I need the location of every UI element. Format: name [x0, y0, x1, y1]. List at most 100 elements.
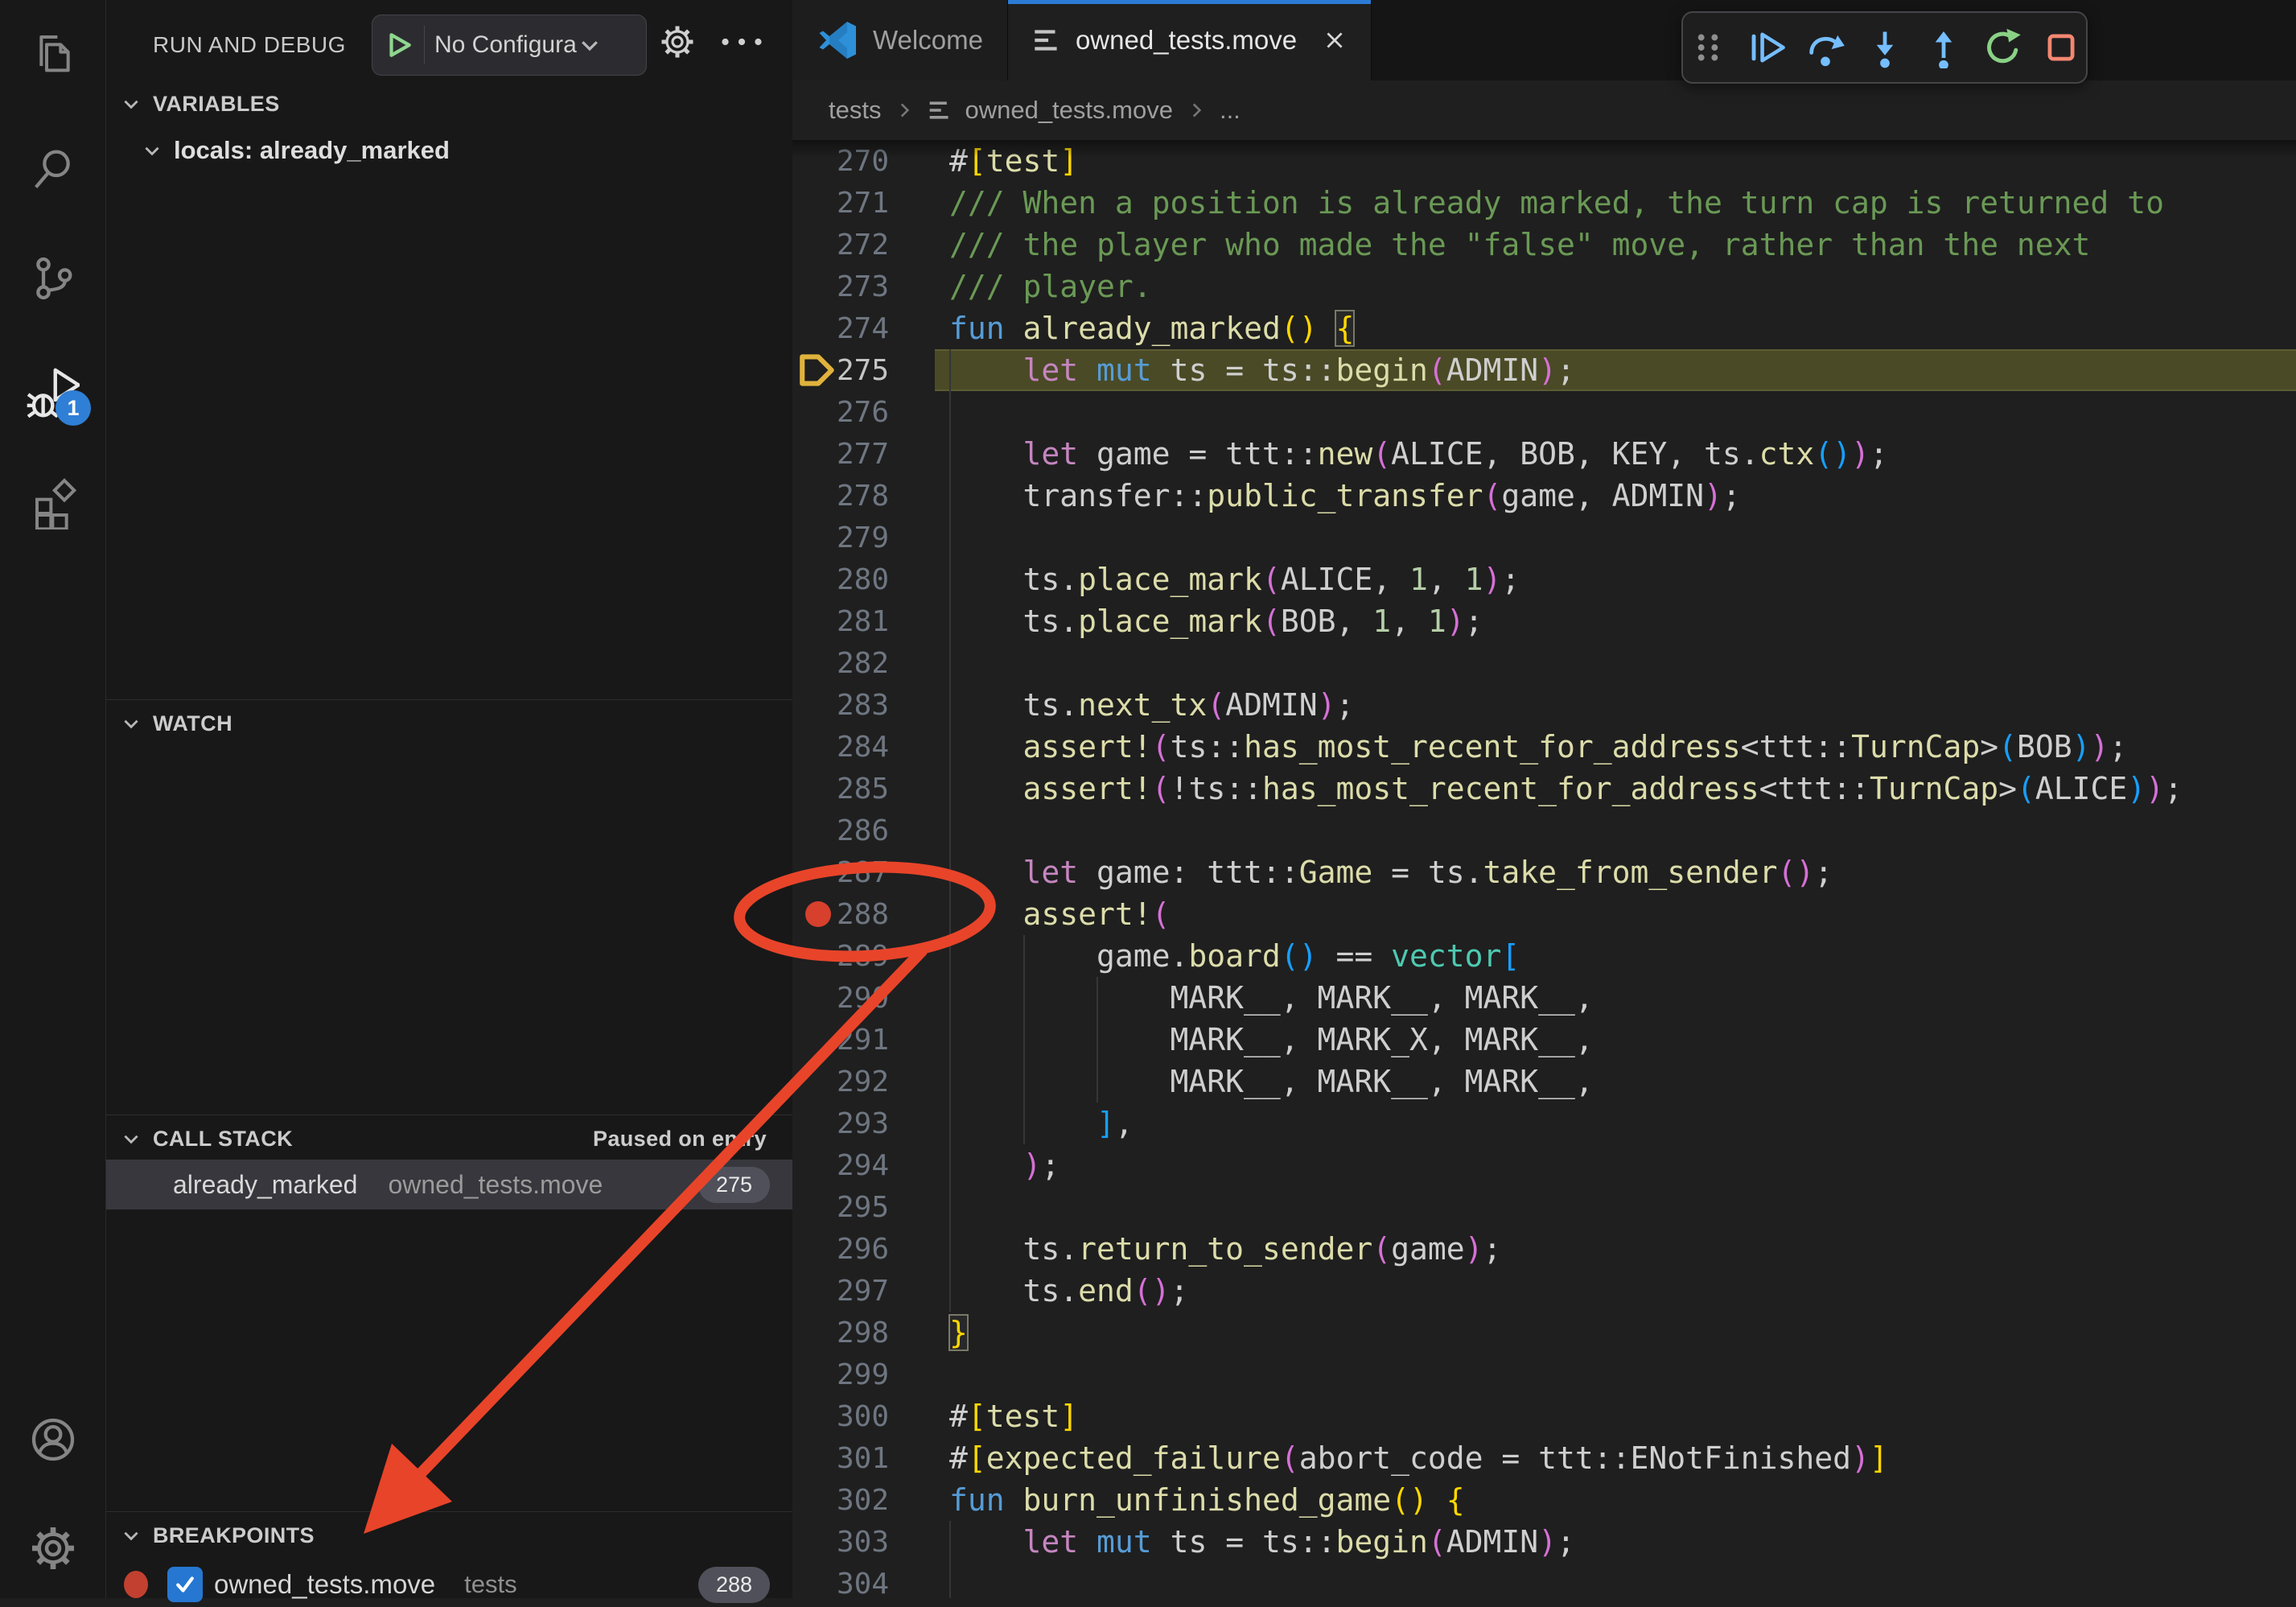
gutter-line-286[interactable]: 286	[792, 810, 935, 851]
activity-source-control[interactable]	[0, 234, 105, 323]
code-line-282[interactable]: 282	[792, 642, 2296, 684]
watch-section-header[interactable]: WATCH	[106, 700, 792, 747]
gutter-line-273[interactable]: 273	[792, 266, 935, 307]
gutter-line-279[interactable]: 279	[792, 517, 935, 558]
gutter-line-276[interactable]: 276	[792, 391, 935, 433]
gutter-line-282[interactable]: 282	[792, 642, 935, 684]
tab-welcome[interactable]: Welcome	[792, 0, 1008, 80]
activity-accounts[interactable]	[0, 1395, 105, 1484]
code-line-302[interactable]: 302fun burn_unfinished_game() {	[792, 1479, 2296, 1521]
code-line-281[interactable]: 281 ts.place_mark(BOB, 1, 1);	[792, 600, 2296, 642]
code-line-289[interactable]: 289 game.board() == vector[	[792, 935, 2296, 977]
debug-settings-gear-icon[interactable]	[658, 23, 697, 61]
tab-owned-tests-move[interactable]: owned_tests.move	[1008, 0, 1372, 80]
breakpoint-icon[interactable]	[805, 901, 831, 927]
gutter-line-292[interactable]: 292	[792, 1061, 935, 1102]
step-out-button[interactable]	[1919, 23, 1968, 72]
restart-button[interactable]	[1977, 23, 2026, 72]
code-line-270[interactable]: 270#[test]	[792, 140, 2296, 182]
gutter-line-275[interactable]: 275	[792, 349, 935, 391]
code-line-287[interactable]: 287 let game: ttt::Game = ts.take_from_s…	[792, 851, 2296, 893]
gutter-line-278[interactable]: 278	[792, 475, 935, 517]
code-line-285[interactable]: 285 assert!(!ts::has_most_recent_for_add…	[792, 768, 2296, 810]
code-line-300[interactable]: 300#[test]	[792, 1395, 2296, 1437]
gutter-line-281[interactable]: 281	[792, 600, 935, 642]
breadcrumb[interactable]: tests owned_tests.move ...	[792, 80, 2296, 140]
gutter-line-293[interactable]: 293	[792, 1102, 935, 1144]
gutter-line-291[interactable]: 291	[792, 1019, 935, 1061]
more-actions-icon[interactable]	[719, 35, 764, 48]
continue-button[interactable]	[1742, 23, 1791, 72]
gutter-line-271[interactable]: 271	[792, 182, 935, 224]
gutter-line-288[interactable]: 288	[792, 893, 935, 935]
code-line-272[interactable]: 272/// the player who made the "false" m…	[792, 224, 2296, 266]
code-line-278[interactable]: 278 transfer::public_transfer(game, ADMI…	[792, 475, 2296, 517]
step-into-button[interactable]	[1860, 23, 1909, 72]
gutter-line-300[interactable]: 300	[792, 1395, 935, 1437]
code-line-297[interactable]: 297 ts.end();	[792, 1270, 2296, 1312]
step-over-button[interactable]	[1801, 23, 1850, 72]
activity-search[interactable]	[0, 125, 105, 213]
code-line-293[interactable]: 293 ],	[792, 1102, 2296, 1144]
gutter-line-289[interactable]: 289	[792, 935, 935, 977]
variables-scope-row[interactable]: locals: already_marked	[106, 127, 792, 174]
gutter-line-299[interactable]: 299	[792, 1354, 935, 1395]
call-stack-frame[interactable]: already_marked owned_tests.move 275	[106, 1160, 792, 1209]
breadcrumb-file[interactable]: owned_tests.move	[965, 96, 1172, 125]
code-line-288[interactable]: 288 assert!(	[792, 893, 2296, 935]
code-line-304[interactable]: 304	[792, 1563, 2296, 1598]
code-line-291[interactable]: 291 MARK__, MARK_X, MARK__,	[792, 1019, 2296, 1061]
activity-extensions[interactable]	[0, 459, 105, 548]
code-line-277[interactable]: 277 let game = ttt::new(ALICE, BOB, KEY,…	[792, 433, 2296, 475]
gutter-line-298[interactable]: 298	[792, 1312, 935, 1354]
activity-settings[interactable]	[0, 1504, 105, 1593]
gutter-line-295[interactable]: 295	[792, 1186, 935, 1228]
code-line-299[interactable]: 299	[792, 1354, 2296, 1395]
debug-config-dropdown[interactable]: No Configura	[372, 14, 647, 76]
gutter-line-277[interactable]: 277	[792, 433, 935, 475]
code-line-284[interactable]: 284 assert!(ts::has_most_recent_for_addr…	[792, 726, 2296, 768]
code-line-275[interactable]: 275 let mut ts = ts::begin(ADMIN);	[792, 349, 2296, 391]
breakpoint-list-item[interactable]: owned_tests.move tests 288	[106, 1562, 792, 1607]
call-stack-section-header[interactable]: CALL STACK Paused on entry	[106, 1115, 792, 1162]
stop-button[interactable]	[2037, 23, 2086, 72]
gutter-line-294[interactable]: 294	[792, 1144, 935, 1186]
gutter-line-304[interactable]: 304	[792, 1563, 935, 1598]
breakpoints-section-header[interactable]: BREAKPOINTS	[106, 1512, 792, 1559]
gutter-line-303[interactable]: 303	[792, 1521, 935, 1563]
code-line-273[interactable]: 273/// player.	[792, 266, 2296, 307]
code-line-290[interactable]: 290 MARK__, MARK__, MARK__,	[792, 977, 2296, 1019]
gutter-line-272[interactable]: 272	[792, 224, 935, 266]
gutter-line-280[interactable]: 280	[792, 558, 935, 600]
code-line-280[interactable]: 280 ts.place_mark(ALICE, 1, 1);	[792, 558, 2296, 600]
code-line-303[interactable]: 303 let mut ts = ts::begin(ADMIN);	[792, 1521, 2296, 1563]
code-line-286[interactable]: 286	[792, 810, 2296, 851]
start-debug-icon[interactable]	[384, 30, 414, 60]
code-line-276[interactable]: 276	[792, 391, 2296, 433]
code-line-283[interactable]: 283 ts.next_tx(ADMIN);	[792, 684, 2296, 726]
breadcrumb-folder[interactable]: tests	[829, 96, 881, 125]
variables-section-header[interactable]: VARIABLES	[106, 80, 792, 127]
code-line-295[interactable]: 295	[792, 1186, 2296, 1228]
code-line-271[interactable]: 271/// When a position is already marked…	[792, 182, 2296, 224]
gutter-line-297[interactable]: 297	[792, 1270, 935, 1312]
code-line-294[interactable]: 294 );	[792, 1144, 2296, 1186]
gutter-line-290[interactable]: 290	[792, 977, 935, 1019]
breadcrumb-symbol[interactable]: ...	[1220, 96, 1241, 125]
code-line-301[interactable]: 301#[expected_failure(abort_code = ttt::…	[792, 1437, 2296, 1479]
breakpoint-enabled-checkbox[interactable]	[167, 1567, 203, 1602]
code-line-296[interactable]: 296 ts.return_to_sender(game);	[792, 1228, 2296, 1270]
gutter-line-284[interactable]: 284	[792, 726, 935, 768]
gutter-line-283[interactable]: 283	[792, 684, 935, 726]
gutter-line-302[interactable]: 302	[792, 1479, 935, 1521]
gutter-line-285[interactable]: 285	[792, 768, 935, 810]
code-line-298[interactable]: 298}	[792, 1312, 2296, 1354]
toolbar-drag-handle-icon[interactable]	[1683, 23, 1732, 72]
gutter-line-287[interactable]: 287	[792, 851, 935, 893]
activity-run-and-debug[interactable]: 1	[0, 347, 105, 435]
gutter-line-301[interactable]: 301	[792, 1437, 935, 1479]
activity-explorer[interactable]	[0, 12, 105, 101]
gutter-line-296[interactable]: 296	[792, 1228, 935, 1270]
code-line-279[interactable]: 279	[792, 517, 2296, 558]
gutter-line-270[interactable]: 270	[792, 140, 935, 182]
